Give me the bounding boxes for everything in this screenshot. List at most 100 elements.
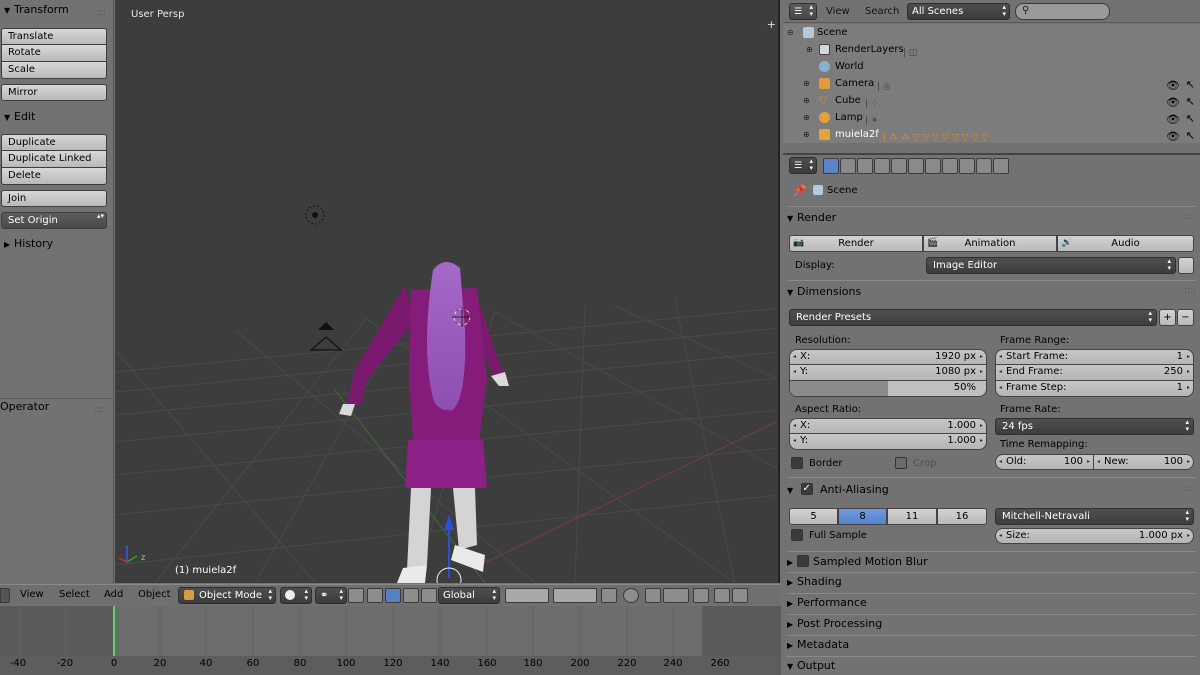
render-presets-dropdown[interactable]: Render Presets ▴ ▾ bbox=[789, 309, 1157, 326]
expand-icon[interactable]: ⊕ bbox=[803, 109, 810, 126]
editor-type-icon[interactable] bbox=[0, 588, 10, 603]
pivot-point-dropdown[interactable]: ⚭ ▴ ▾ bbox=[315, 587, 347, 604]
expand-icon[interactable]: ⊕ bbox=[803, 75, 810, 92]
anti-aliasing-section-header[interactable]: ▼ ✓ Anti-Aliasing :::: bbox=[787, 480, 1196, 499]
bone-tab-icon[interactable] bbox=[959, 158, 975, 174]
expand-icon[interactable]: ⊕ bbox=[806, 41, 813, 58]
start-frame-field[interactable]: ◂ Start Frame: 1 ▸ bbox=[995, 349, 1194, 365]
select-menu[interactable]: Select bbox=[59, 589, 90, 600]
collapse-icon[interactable]: ⊖ bbox=[787, 24, 794, 41]
outliner-row-cube[interactable]: ⊕ ▽ Cube | ⁘ 👁 ↖ bbox=[783, 92, 1200, 109]
panel-grip-icon[interactable]: :::: bbox=[94, 400, 103, 420]
output-section-header[interactable]: ▼ Output bbox=[787, 656, 1196, 675]
render-section-header[interactable]: ▼ Render:::: bbox=[787, 208, 1196, 227]
resolution-y-field[interactable]: ◂ Y: 1080 px ▸ bbox=[789, 365, 987, 381]
anti-aliasing-checkbox[interactable]: ✓ bbox=[800, 483, 813, 495]
outliner-view-menu[interactable]: View bbox=[826, 6, 850, 17]
aa-samples-16[interactable]: 16 bbox=[937, 508, 987, 525]
remap-new-field[interactable]: ◂ New: 100 ▸ bbox=[1094, 454, 1194, 470]
magnet-icon[interactable] bbox=[645, 588, 661, 603]
render-opengl-icon[interactable] bbox=[714, 588, 730, 603]
layer-lock-icon[interactable] bbox=[601, 588, 617, 603]
limit-selection-icon[interactable] bbox=[348, 588, 364, 603]
selectable-cursor-icon[interactable]: ↖ bbox=[1186, 76, 1195, 93]
remap-old-field[interactable]: ◂ Old: 100 ▸ bbox=[995, 454, 1094, 470]
outliner-row-scene[interactable]: ⊖ Scene bbox=[783, 24, 1200, 41]
particles-tab-icon[interactable] bbox=[993, 158, 1009, 174]
end-frame-field[interactable]: ◂ End Frame: 250 ▸ bbox=[995, 365, 1194, 381]
viewport-shading-dropdown[interactable]: ▴ ▾ bbox=[280, 587, 312, 604]
manipulator-toggle-icon[interactable] bbox=[367, 588, 383, 603]
display-dropdown[interactable]: Image Editor ▴ ▾ bbox=[926, 257, 1176, 274]
outliner-row-muiela2f[interactable]: ⊕ muiela2f | ⁂ ⁂ ▽ ▽ ▽ ▽ ▽ ▽ ▽ ▽ 👁 ↖ bbox=[783, 126, 1200, 143]
set-origin-dropdown[interactable]: Set Origin bbox=[1, 212, 107, 229]
scale-manipulator-icon[interactable] bbox=[421, 588, 437, 603]
translate-manipulator-icon[interactable] bbox=[385, 588, 401, 603]
scene-tab-icon[interactable] bbox=[857, 158, 873, 174]
outliner-row-world[interactable]: World bbox=[783, 58, 1200, 75]
outliner-row-renderlayers[interactable]: ⊕ RenderLayers | ◫ bbox=[783, 41, 1200, 58]
3d-viewport[interactable]: z User Persp (1) muiela2f + bbox=[115, 0, 780, 583]
mirror-button[interactable]: Mirror bbox=[1, 84, 107, 101]
layers-grid-icon[interactable] bbox=[505, 588, 549, 603]
outliner-search-menu[interactable]: Search bbox=[865, 6, 899, 17]
data-tab-icon[interactable] bbox=[942, 158, 958, 174]
frame-step-field[interactable]: ◂ Frame Step: 1 ▸ bbox=[995, 381, 1194, 397]
panel-grip-icon[interactable]: :::: bbox=[1184, 208, 1196, 227]
selectable-cursor-icon[interactable]: ↖ bbox=[1186, 93, 1195, 110]
timeline-editor[interactable]: -40 -20 0 20 40 60 80 100 120 140 160 18… bbox=[0, 606, 781, 675]
aa-samples-5[interactable]: 5 bbox=[789, 508, 838, 525]
selectable-cursor-icon[interactable]: ↖ bbox=[1186, 127, 1195, 144]
snap-target-icon[interactable] bbox=[693, 588, 709, 603]
visibility-eye-icon[interactable]: 👁 bbox=[1166, 128, 1180, 145]
view-menu[interactable]: View bbox=[20, 589, 44, 600]
transform-orientation-dropdown[interactable]: Global ▴ ▾ bbox=[438, 587, 500, 604]
border-checkbox[interactable] bbox=[791, 457, 803, 469]
resolution-x-field[interactable]: ◂ X: 1920 px ▸ bbox=[789, 349, 987, 365]
layers-grid-icon[interactable] bbox=[553, 588, 597, 603]
object-tab-icon[interactable] bbox=[891, 158, 907, 174]
editor-type-icon[interactable]: ☰ ▴ ▾ bbox=[789, 157, 817, 174]
metadata-section-header[interactable]: ▶ Metadata bbox=[787, 635, 1196, 654]
frame-rate-dropdown[interactable]: 24 fps ▴ ▾ bbox=[995, 418, 1194, 435]
render-tab-icon[interactable] bbox=[823, 158, 839, 174]
snap-element-dropdown[interactable] bbox=[663, 588, 689, 603]
edit-panel-header[interactable]: ▼ Edit bbox=[0, 107, 113, 127]
outliner-row-camera[interactable]: ⊕ Camera | ◎ 👁 ↖ bbox=[783, 75, 1200, 92]
texture-tab-icon[interactable] bbox=[976, 158, 992, 174]
selectable-cursor-icon[interactable]: ↖ bbox=[1186, 110, 1195, 127]
add-preset-button[interactable]: + bbox=[1159, 309, 1176, 326]
panel-grip-icon[interactable]: :::: bbox=[97, 3, 106, 23]
duplicate-linked-button[interactable]: Duplicate Linked bbox=[1, 151, 107, 168]
lock-interface-icon[interactable] bbox=[1178, 257, 1194, 274]
outliner-search-input[interactable]: ⚲ bbox=[1015, 3, 1110, 20]
history-panel-header[interactable]: ▶ History bbox=[0, 234, 113, 254]
performance-section-header[interactable]: ▶ Performance bbox=[787, 593, 1196, 612]
full-sample-checkbox[interactable] bbox=[791, 529, 803, 541]
transform-panel-header[interactable]: ▼ Transform:::: bbox=[0, 0, 113, 20]
modifiers-tab-icon[interactable] bbox=[925, 158, 941, 174]
aspect-y-field[interactable]: ◂ Y: 1.000 ▸ bbox=[789, 434, 987, 450]
duplicate-button[interactable]: Duplicate bbox=[1, 134, 107, 151]
panel-grip-icon[interactable]: :::: bbox=[1184, 480, 1196, 499]
render-animation-icon[interactable] bbox=[732, 588, 748, 603]
add-menu[interactable]: Add bbox=[104, 589, 123, 600]
audio-button[interactable]: 🔊 Audio bbox=[1057, 235, 1194, 252]
plus-icon[interactable]: + bbox=[767, 18, 776, 31]
operator-panel-header[interactable]: Operator:::: bbox=[0, 397, 110, 417]
shading-section-header[interactable]: ▶ Shading bbox=[787, 572, 1196, 591]
panel-grip-icon[interactable]: :::: bbox=[1184, 282, 1196, 301]
join-button[interactable]: Join bbox=[1, 190, 107, 207]
constraints-tab-icon[interactable] bbox=[908, 158, 924, 174]
motion-blur-section-header[interactable]: ▶ Sampled Motion Blur bbox=[787, 552, 1196, 571]
aa-filter-dropdown[interactable]: Mitchell-Netravali ▴ ▾ bbox=[995, 508, 1194, 525]
pin-icon[interactable]: 📌 bbox=[793, 184, 807, 197]
resolution-percentage-slider[interactable]: 50% bbox=[789, 381, 987, 397]
render-button[interactable]: 📷 Render bbox=[789, 235, 923, 252]
dimensions-section-header[interactable]: ▼ Dimensions:::: bbox=[787, 282, 1196, 301]
rotate-manipulator-icon[interactable] bbox=[403, 588, 419, 603]
animation-button[interactable]: 🎬 Animation bbox=[923, 235, 1057, 252]
delete-button[interactable]: Delete bbox=[1, 168, 107, 185]
post-processing-section-header[interactable]: ▶ Post Processing bbox=[787, 614, 1196, 633]
mode-dropdown[interactable]: Object Mode ▴ ▾ bbox=[178, 587, 276, 604]
